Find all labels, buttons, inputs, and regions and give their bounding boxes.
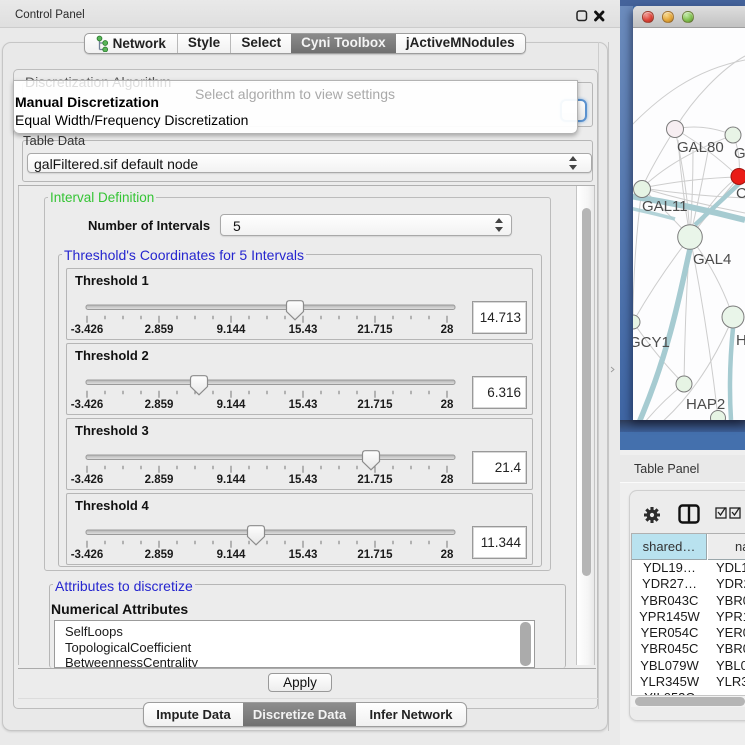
svg-text:9.144: 9.144 xyxy=(217,324,246,336)
svg-text:15.43: 15.43 xyxy=(289,324,318,336)
svg-text:2.859: 2.859 xyxy=(145,549,174,561)
svg-text:9.144: 9.144 xyxy=(217,399,246,411)
svg-text:28: 28 xyxy=(441,399,454,411)
svg-text:2.859: 2.859 xyxy=(145,324,174,336)
svg-text:C: C xyxy=(736,185,745,202)
svg-text:GAL11: GAL11 xyxy=(642,198,688,215)
svg-text:28: 28 xyxy=(441,324,454,336)
svg-text:28: 28 xyxy=(441,474,454,486)
svg-text:GAL80: GAL80 xyxy=(677,139,724,156)
svg-text:21.715: 21.715 xyxy=(357,399,393,411)
svg-text:28: 28 xyxy=(441,549,454,561)
svg-text:15.43: 15.43 xyxy=(289,549,318,561)
svg-text:21.715: 21.715 xyxy=(357,324,393,336)
svg-text:HAP2: HAP2 xyxy=(686,396,725,413)
svg-text:H: H xyxy=(736,332,745,349)
svg-text:-3.426: -3.426 xyxy=(71,324,104,336)
svg-text:-3.426: -3.426 xyxy=(71,399,104,411)
svg-text:2.859: 2.859 xyxy=(145,399,174,411)
svg-text:GAL4: GAL4 xyxy=(693,251,731,268)
svg-text:GCY1: GCY1 xyxy=(633,334,670,351)
svg-text:21.715: 21.715 xyxy=(357,549,393,561)
svg-text:9.144: 9.144 xyxy=(217,549,246,561)
svg-text:15.43: 15.43 xyxy=(289,474,318,486)
svg-text:-3.426: -3.426 xyxy=(71,549,104,561)
svg-text:GA: GA xyxy=(734,145,745,162)
svg-text:9.144: 9.144 xyxy=(217,474,246,486)
svg-text:2.859: 2.859 xyxy=(145,474,174,486)
svg-text:-3.426: -3.426 xyxy=(71,474,104,486)
svg-text:15.43: 15.43 xyxy=(289,399,318,411)
svg-text:21.715: 21.715 xyxy=(357,474,393,486)
